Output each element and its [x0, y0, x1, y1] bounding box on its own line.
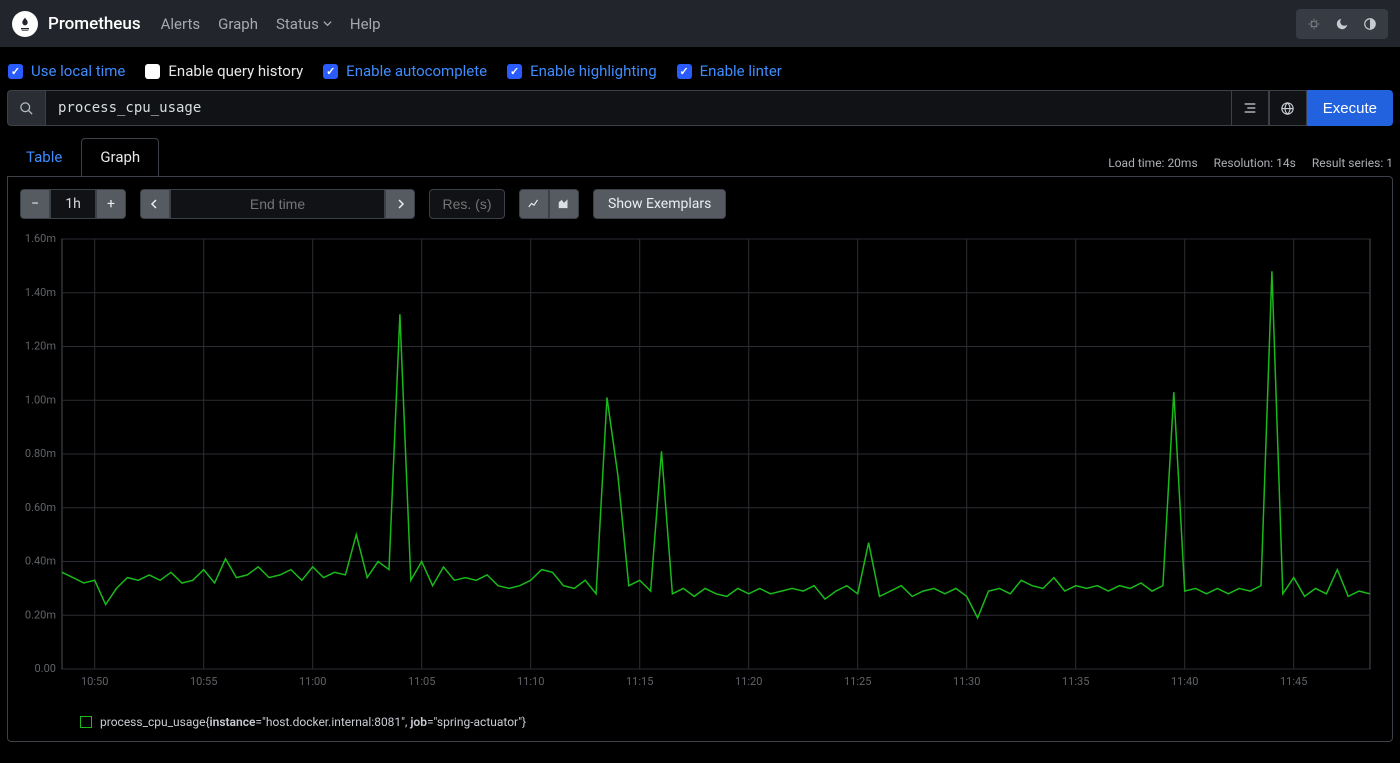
navbar: Prometheus Alerts Graph Status Help — [0, 0, 1400, 47]
legend-label: process_cpu_usage{instance="host.docker.… — [100, 715, 526, 729]
brand[interactable]: Prometheus — [12, 11, 141, 37]
svg-text:11:45: 11:45 — [1280, 675, 1307, 688]
svg-text:1.60m: 1.60m — [25, 232, 56, 245]
range-group: − 1h + — [20, 189, 126, 219]
chevron-right-icon — [395, 199, 405, 209]
graph-panel: − 1h + Show Exemplars 0.00 0.20m 0.40m 0.60… — [7, 176, 1393, 742]
svg-text:0.60m: 0.60m — [25, 501, 56, 514]
time-forward-button[interactable] — [385, 189, 415, 219]
option-enable-query-history[interactable]: Enable query history — [145, 62, 303, 80]
chevron-down-icon — [323, 19, 332, 28]
svg-text:1.40m: 1.40m — [25, 286, 56, 299]
options-row: ✓ Use local time Enable query history ✓ Enab… — [0, 47, 1400, 90]
checkbox[interactable]: ✓ — [8, 64, 23, 79]
expression-input[interactable] — [45, 90, 1231, 126]
line-chart-button[interactable] — [519, 189, 549, 219]
tabs-row: Table Graph Load time: 20ms Resolution: … — [0, 138, 1400, 176]
stat-load: Load time: 20ms — [1108, 156, 1197, 170]
theme-dark-button[interactable] — [1328, 13, 1356, 35]
svg-text:11:00: 11:00 — [299, 675, 326, 688]
option-enable-highlighting[interactable]: ✓ Enable highlighting — [507, 62, 657, 80]
stacked-chart-button[interactable] — [549, 189, 579, 219]
svg-text:0.00: 0.00 — [35, 662, 56, 675]
checkbox[interactable]: ✓ — [323, 64, 338, 79]
nav-status-label: Status — [276, 15, 319, 33]
stat-resolution: Resolution: 14s — [1214, 156, 1296, 170]
option-label: Enable linter — [700, 62, 782, 80]
svg-text:11:25: 11:25 — [844, 675, 871, 688]
chart[interactable]: 0.00 0.20m 0.40m 0.60m 0.80m 1.00m 1.20m 1.40m 1… — [20, 231, 1378, 697]
checkbox[interactable] — [145, 64, 160, 79]
time-backward-button[interactable] — [140, 189, 170, 219]
query-stats: Load time: 20ms Resolution: 14s Result s… — [1108, 156, 1393, 176]
svg-text:1.00m: 1.00m — [25, 393, 56, 406]
svg-text:11:15: 11:15 — [626, 675, 653, 688]
show-exemplars-button[interactable]: Show Exemplars — [593, 189, 726, 219]
option-label: Enable query history — [168, 62, 303, 80]
execute-button[interactable]: Execute — [1307, 90, 1393, 126]
globe-icon — [1280, 101, 1295, 116]
nav-help[interactable]: Help — [350, 15, 381, 33]
svg-text:0.80m: 0.80m — [25, 447, 56, 460]
graph-controls: − 1h + Show Exemplars — [20, 189, 1380, 219]
nav-graph[interactable]: Graph — [218, 15, 258, 33]
checkbox[interactable]: ✓ — [677, 64, 692, 79]
theme-system-button[interactable] — [1300, 13, 1328, 35]
globe-button[interactable] — [1269, 90, 1307, 126]
format-icon — [1242, 100, 1258, 116]
svg-text:11:30: 11:30 — [953, 675, 980, 688]
legend-swatch — [80, 716, 92, 728]
svg-text:0.40m: 0.40m — [25, 555, 56, 568]
query-row: Execute — [0, 90, 1400, 138]
chevron-left-icon — [150, 199, 160, 209]
endtime-group — [140, 189, 415, 219]
nav-alerts[interactable]: Alerts — [161, 15, 201, 33]
option-enable-linter[interactable]: ✓ Enable linter — [677, 62, 782, 80]
tab-graph[interactable]: Graph — [81, 138, 159, 176]
svg-text:11:20: 11:20 — [735, 675, 762, 688]
nav-links: Alerts Graph Status Help — [161, 15, 381, 33]
area-chart-icon — [557, 197, 571, 211]
legend[interactable]: process_cpu_usage{instance="host.docker.… — [80, 715, 1380, 729]
svg-text:11:40: 11:40 — [1171, 675, 1198, 688]
svg-text:11:35: 11:35 — [1062, 675, 1089, 688]
brand-name: Prometheus — [48, 14, 141, 34]
nav-status[interactable]: Status — [276, 15, 332, 33]
theme-contrast-button[interactable] — [1356, 13, 1384, 35]
svg-text:11:05: 11:05 — [408, 675, 435, 688]
svg-text:11:10: 11:10 — [517, 675, 544, 688]
svg-text:10:50: 10:50 — [81, 675, 108, 688]
range-input[interactable]: 1h — [50, 189, 96, 219]
svg-text:10:55: 10:55 — [190, 675, 217, 688]
option-label: Enable autocomplete — [346, 62, 487, 80]
format-button[interactable] — [1231, 90, 1269, 126]
line-chart-icon — [527, 197, 541, 211]
tab-table[interactable]: Table — [7, 138, 81, 176]
checkbox[interactable]: ✓ — [507, 64, 522, 79]
prometheus-logo-icon — [12, 11, 38, 37]
stat-series: Result series: 1 — [1312, 156, 1393, 170]
plot-area: 0.00 0.20m 0.40m 0.60m 0.80m 1.00m 1.20m 1.40m 1… — [20, 231, 1380, 697]
svg-text:0.20m: 0.20m — [25, 608, 56, 621]
range-decrease-button[interactable]: − — [20, 189, 50, 219]
endtime-input[interactable] — [170, 189, 385, 219]
option-use-local-time[interactable]: ✓ Use local time — [8, 62, 125, 80]
resolution-input[interactable] — [429, 189, 505, 219]
option-enable-autocomplete[interactable]: ✓ Enable autocomplete — [323, 62, 487, 80]
search-icon — [19, 101, 34, 116]
option-label: Use local time — [31, 62, 125, 80]
theme-switcher — [1296, 9, 1388, 39]
charttype-group — [519, 189, 579, 219]
option-label: Enable highlighting — [530, 62, 657, 80]
svg-text:1.20m: 1.20m — [25, 340, 56, 353]
range-increase-button[interactable]: + — [96, 189, 126, 219]
metrics-explorer-button[interactable] — [7, 90, 45, 126]
